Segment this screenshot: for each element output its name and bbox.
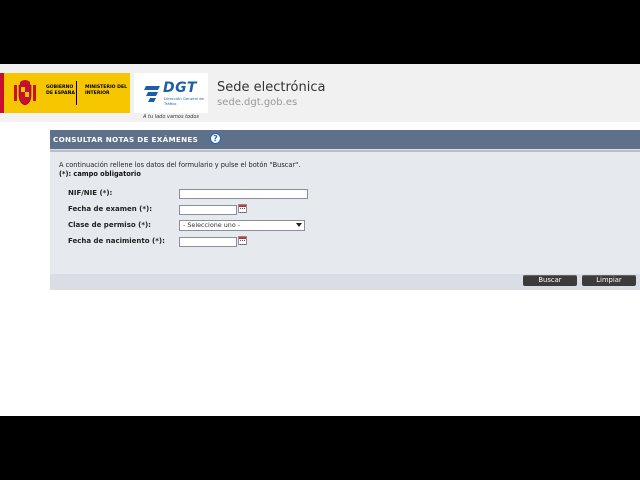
calendar-icon[interactable] bbox=[238, 236, 247, 245]
site-url[interactable]: sede.dgt.gob.es bbox=[217, 97, 297, 108]
nif-input[interactable] bbox=[179, 189, 308, 199]
gobierno-logo[interactable]: GOBIERNO DE ESPAÑA MINISTERIO DEL INTERI… bbox=[0, 73, 130, 113]
form-instructions: A continuación rellene los datos del for… bbox=[59, 161, 301, 169]
exam-date-label: Fecha de examen (*): bbox=[68, 205, 153, 213]
ministerio-text: MINISTERIO DEL INTERIOR bbox=[85, 85, 128, 96]
calendar-icon[interactable] bbox=[238, 204, 247, 213]
birth-date-label: Fecha de nacimiento (*): bbox=[68, 237, 165, 245]
site-header: GOBIERNO DE ESPAÑA MINISTERIO DEL INTERI… bbox=[0, 64, 640, 122]
panel-title: CONSULTAR NOTAS DE EXÁMENES bbox=[53, 135, 199, 144]
coat-of-arms-icon bbox=[14, 80, 36, 106]
flag-stripe bbox=[0, 73, 4, 113]
exam-date-input[interactable] bbox=[179, 205, 237, 215]
search-button[interactable]: Buscar bbox=[523, 275, 577, 286]
help-icon[interactable]: ? bbox=[210, 133, 221, 144]
nif-label: NIF/NIE (*): bbox=[68, 189, 113, 197]
site-title[interactable]: Sede electrónica bbox=[217, 80, 325, 95]
chevron-down-icon bbox=[296, 223, 302, 227]
browser-viewport: GOBIERNO DE ESPAÑA MINISTERIO DEL INTERI… bbox=[0, 64, 640, 416]
exam-results-panel: CONSULTAR NOTAS DE EXÁMENES ? A continua… bbox=[50, 130, 640, 290]
dgt-logo[interactable]: DGT Dirección General de Tráfico bbox=[134, 73, 208, 113]
tagline: A tu lado vamos todos bbox=[143, 114, 200, 120]
logo-separator bbox=[76, 81, 77, 105]
permit-class-select[interactable]: - Seleccione uno - bbox=[179, 220, 305, 231]
permit-class-label: Clase de permiso (*): bbox=[68, 221, 151, 229]
search-form: A continuación rellene los datos del for… bbox=[50, 150, 640, 274]
gobierno-text: GOBIERNO DE ESPAÑA bbox=[46, 85, 75, 96]
panel-header: CONSULTAR NOTAS DE EXÁMENES ? bbox=[50, 130, 640, 149]
clear-button[interactable]: Limpiar bbox=[582, 275, 636, 286]
dgt-name: DGT bbox=[163, 80, 197, 96]
dgt-subtitle: Dirección General de Tráfico bbox=[164, 96, 204, 106]
permit-class-selected: - Seleccione uno - bbox=[183, 221, 241, 229]
birth-date-input[interactable] bbox=[179, 237, 237, 247]
required-note: (*): campo obligatorio bbox=[59, 170, 141, 178]
